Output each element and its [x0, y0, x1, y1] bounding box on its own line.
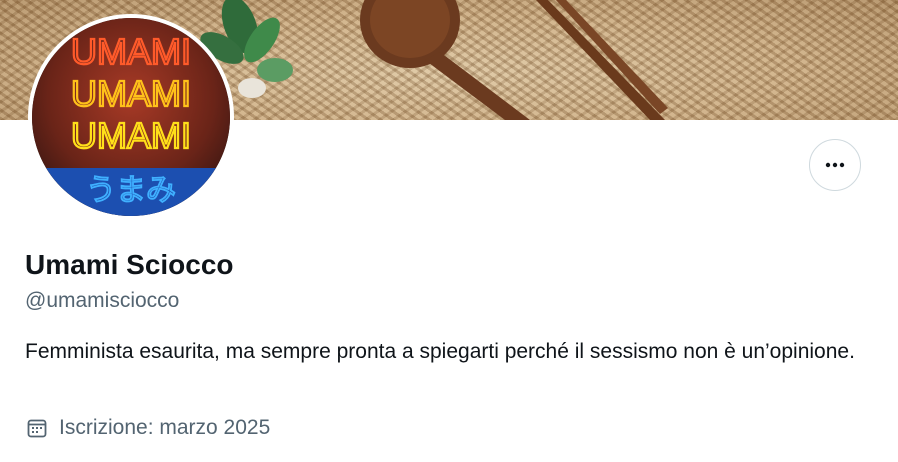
neon-kana: うまみ	[86, 173, 176, 208]
wooden-spoon	[360, 0, 530, 120]
neon-line-2: UMAMI	[71, 73, 191, 114]
neon-line-3: UMAMI	[71, 115, 191, 156]
profile-bio: Femminista esaurita, ma sempre pronta a …	[25, 340, 855, 363]
profile-avatar[interactable]: UMAMI UMAMI UMAMI うまみ	[28, 14, 234, 220]
more-options-button[interactable]	[809, 139, 861, 191]
chopsticks	[536, 0, 668, 120]
user-handle: @umamisciocco	[25, 289, 180, 312]
avatar-image: UMAMI UMAMI UMAMI うまみ	[32, 18, 230, 216]
join-date: Iscrizione: marzo 2025	[25, 414, 270, 442]
display-name: Umami Sciocco	[25, 249, 234, 280]
calendar-icon	[27, 419, 47, 438]
join-date-label: Iscrizione: marzo 2025	[59, 416, 271, 439]
more-horizontal-icon	[825, 162, 845, 168]
neon-line-1: UMAMI	[71, 31, 191, 72]
